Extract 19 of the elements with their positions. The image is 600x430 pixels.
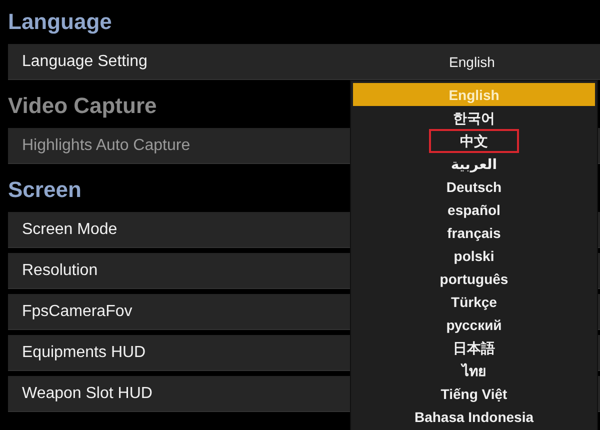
section-heading: Language (8, 8, 112, 36)
language-option[interactable]: français (435, 220, 513, 244)
setting-row[interactable]: Language Setting English (8, 44, 600, 80)
language-option[interactable]: Tiếng Việt (428, 382, 520, 406)
setting-label: Weapon Slot HUD (22, 384, 152, 402)
language-option[interactable]: português (428, 266, 520, 290)
setting-value[interactable]: English (428, 54, 516, 70)
setting-label: Highlights Auto Capture (22, 136, 190, 154)
language-option[interactable]: 한국어 (441, 106, 507, 130)
language-option[interactable]: 中文 (429, 128, 519, 152)
setting-label: Screen Mode (22, 220, 118, 238)
setting-label: Equipments HUD (22, 344, 146, 362)
setting-label: Language Setting (22, 52, 148, 70)
setting-label: Resolution (22, 262, 98, 280)
language-option[interactable]: 日本語 (441, 336, 507, 360)
section-heading: Video Capture (8, 92, 157, 120)
language-option[interactable]: Deutsch (434, 174, 514, 198)
setting-label: FpsCameraFov (22, 302, 132, 320)
section-heading: Screen (8, 176, 82, 204)
